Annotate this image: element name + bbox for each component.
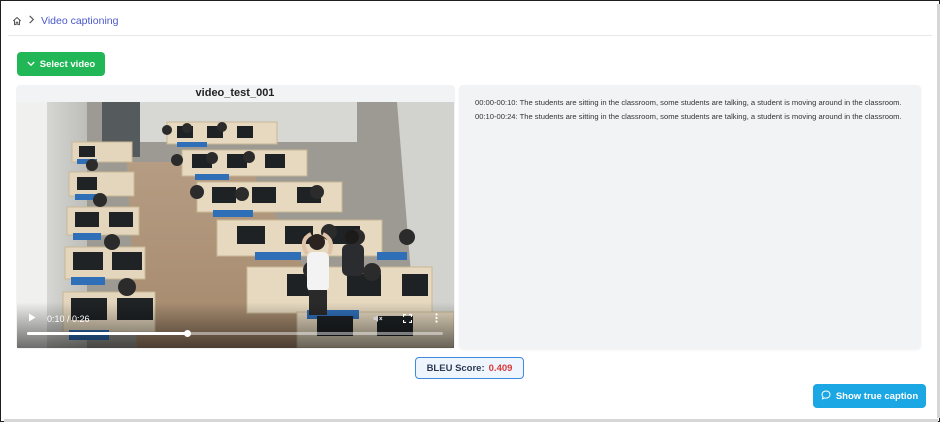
video-title: video_test_001 xyxy=(195,87,275,99)
select-video-button[interactable]: Select video xyxy=(17,52,105,76)
volume-icon[interactable] xyxy=(373,314,383,325)
header-divider xyxy=(8,35,932,36)
bleu-score-value: 0.409 xyxy=(488,362,513,374)
bleu-score-badge: BLEU Score: 0.409 xyxy=(415,357,524,379)
chevron-right-icon xyxy=(28,15,35,27)
caption-panel: 00:00-00:10: The students are sitting in… xyxy=(459,85,921,349)
video-player[interactable]: 0:10 / 0:26 xyxy=(17,102,454,348)
show-true-caption-button[interactable]: Show true caption xyxy=(813,384,926,408)
video-time-display: 0:10 / 0:26 xyxy=(47,314,90,324)
video-controls-bar xyxy=(17,302,454,348)
bleu-score-label: BLEU Score: xyxy=(426,362,485,374)
video-progress-bar[interactable] xyxy=(27,330,443,337)
more-options-icon[interactable] xyxy=(435,313,438,325)
play-icon[interactable] xyxy=(28,313,36,324)
caption-line: 00:00-00:10: The students are sitting in… xyxy=(475,98,902,107)
breadcrumb: Video captioning xyxy=(12,13,118,29)
show-true-caption-label: Show true caption xyxy=(835,390,919,402)
home-icon[interactable] xyxy=(12,16,22,26)
fullscreen-icon[interactable] xyxy=(402,313,413,325)
video-progress-fill xyxy=(27,332,188,335)
chat-bubble-icon xyxy=(821,389,831,403)
select-video-label: Select video xyxy=(39,58,96,70)
chevron-down-icon xyxy=(27,59,35,70)
breadcrumb-current[interactable]: Video captioning xyxy=(41,15,118,27)
caption-line: 00:10-00:24: The students are sitting in… xyxy=(475,112,902,121)
